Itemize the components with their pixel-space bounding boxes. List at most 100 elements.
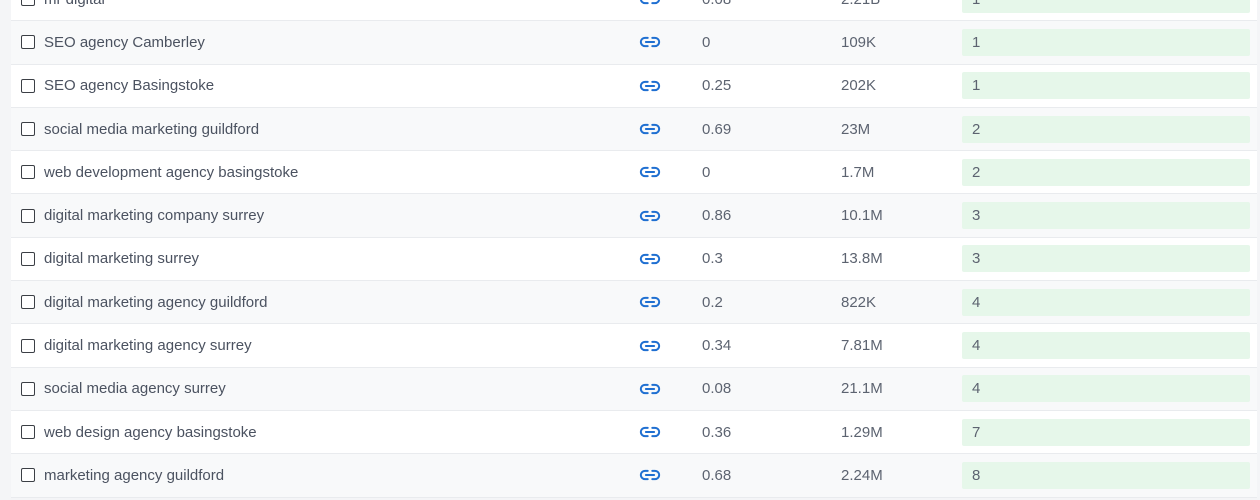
row-checkbox[interactable] (21, 381, 35, 396)
row-checkbox-cell (21, 108, 41, 150)
table-row: mr digital 0.08 2.21B 1 (11, 0, 1257, 22)
table-row: digital marketing surrey 0.3 13.8M 3 (11, 237, 1257, 282)
volume-value: 13.8M (841, 250, 883, 268)
volume-value: 10.1M (841, 207, 883, 225)
score-value: 0.34 (702, 337, 732, 355)
table-row: digital marketing company surrey 0.86 10… (11, 194, 1257, 238)
row-checkbox[interactable] (21, 165, 35, 180)
position-cell: 4 (962, 281, 1250, 323)
row-checkbox-cell (21, 21, 41, 63)
score-value: 0.08 (702, 0, 782, 20)
row-checkbox-cell (21, 0, 41, 20)
table-row: marketing agency guildford 0.68 2.24M 8 (11, 454, 1257, 498)
position-value: 8 (962, 461, 1250, 489)
link-icon[interactable] (637, 324, 663, 366)
volume-value: 109K (841, 33, 877, 51)
link-icon[interactable] (637, 238, 663, 280)
score-value: 0.36 (702, 423, 732, 441)
position-cell: 4 (962, 368, 1250, 410)
keyword-text: web development agency basingstoke (44, 163, 299, 181)
row-checkbox[interactable] (21, 425, 35, 440)
keyword-text: digital marketing surrey (44, 250, 200, 268)
volume-value: 1.7M (841, 163, 875, 181)
position-value: 4 (962, 332, 1250, 360)
link-icon[interactable] (637, 368, 663, 410)
row-checkbox[interactable] (21, 338, 35, 353)
link-icon[interactable] (637, 454, 663, 496)
position-cell: 3 (962, 238, 1250, 280)
row-checkbox-cell (21, 368, 41, 410)
keyword-text: digital marketing agency surrey (44, 337, 252, 355)
volume-value: 822K (841, 293, 877, 311)
keyword-text: digital marketing company surrey (44, 207, 265, 225)
table-row: web development agency basingstoke 0 1.7… (11, 151, 1257, 195)
row-checkbox-cell (21, 194, 41, 236)
position-value: 4 (962, 288, 1250, 316)
table-row: SEO agency Basingstoke 0.25 202K 1 (11, 64, 1257, 108)
keyword-text: web design agency basingstoke (44, 423, 257, 441)
score-value: 0.86 (702, 207, 732, 225)
score-value: 0.3 (702, 250, 723, 268)
volume-value: 7.81M (841, 337, 883, 355)
score-value: 0.2 (702, 293, 723, 311)
link-icon[interactable] (637, 151, 663, 193)
position-value: 2 (962, 158, 1250, 186)
table-row: digital marketing agency guildford 0.2 8… (11, 281, 1257, 325)
keyword-text: digital marketing agency guildford (44, 293, 268, 311)
position-cell: 7 (962, 411, 1250, 453)
row-checkbox-cell (21, 151, 41, 193)
keyword-text: mr digital (44, 0, 604, 20)
position-cell: 8 (962, 454, 1250, 496)
table-row: social media marketing guildford 0.69 23… (11, 107, 1257, 152)
row-checkbox[interactable] (21, 122, 35, 137)
keyword-text: social media marketing guildford (44, 120, 260, 138)
table-row: SEO agency Camberley 0 109K 1 (11, 21, 1257, 65)
table-row: digital marketing agency surrey 0.34 7.8… (11, 324, 1257, 368)
row-checkbox[interactable] (21, 35, 35, 50)
position-cell: 1 (962, 65, 1250, 107)
position-cell: 2 (962, 151, 1250, 193)
table-row: social media agency surrey 0.08 21.1M 4 (11, 367, 1257, 411)
row-checkbox-cell (21, 411, 41, 453)
score-value: 0.08 (702, 380, 732, 398)
volume-value: 1.29M (841, 423, 883, 441)
table-row: web design agency basingstoke 0.36 1.29M… (11, 410, 1257, 455)
keyword-text: social media agency surrey (44, 380, 226, 398)
link-icon[interactable] (637, 0, 663, 20)
row-checkbox-cell (21, 281, 41, 323)
keyword-table: mr digital 0.08 2.21B 1 SEO agency Cambe… (11, 0, 1257, 498)
score-value: 0.25 (702, 77, 732, 95)
position-value: 1 (962, 0, 1250, 13)
score-value: 0.69 (702, 120, 732, 138)
score-value: 0 (702, 163, 711, 181)
row-checkbox[interactable] (21, 468, 35, 483)
link-icon[interactable] (637, 194, 663, 236)
row-checkbox[interactable] (21, 251, 35, 266)
volume-value: 23M (841, 120, 871, 138)
link-icon[interactable] (637, 281, 663, 323)
position-value: 1 (962, 72, 1250, 100)
keyword-text: SEO agency Basingstoke (44, 77, 215, 95)
volume-value: 21.1M (841, 380, 883, 398)
position-value: 4 (962, 375, 1250, 403)
position-value: 3 (962, 245, 1250, 273)
row-checkbox[interactable] (21, 0, 35, 7)
link-icon[interactable] (637, 108, 663, 150)
row-checkbox-cell (21, 65, 41, 107)
position-value: 3 (962, 202, 1250, 230)
row-checkbox-cell (21, 454, 41, 496)
position-cell: 2 (962, 108, 1250, 150)
link-icon[interactable] (637, 411, 663, 453)
row-checkbox-cell (21, 238, 41, 280)
score-value: 0.68 (702, 466, 732, 484)
keyword-text: SEO agency Camberley (44, 33, 205, 51)
position-cell: 4 (962, 324, 1250, 366)
position-value: 2 (962, 115, 1250, 143)
row-checkbox[interactable] (21, 78, 35, 93)
link-icon[interactable] (637, 21, 663, 63)
row-checkbox[interactable] (21, 295, 35, 310)
row-checkbox-cell (21, 324, 41, 366)
volume-value: 2.21B (841, 0, 931, 20)
row-checkbox[interactable] (21, 208, 35, 223)
link-icon[interactable] (637, 65, 663, 107)
